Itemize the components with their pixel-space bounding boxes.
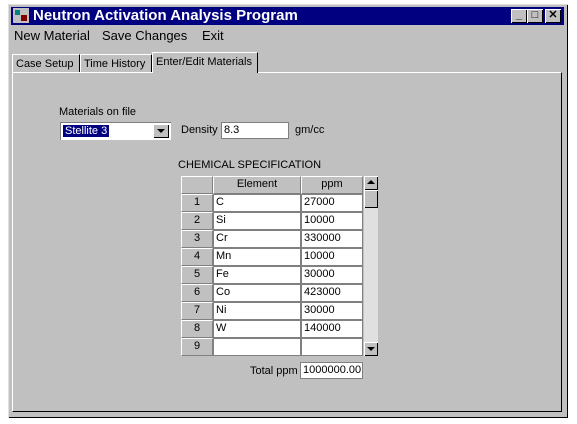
materials-panel: Materials on file Stellite 3 Density 8.3… (12, 72, 562, 412)
element-cell[interactable]: Mn (213, 248, 301, 266)
material-select[interactable]: Stellite 3 (60, 122, 171, 140)
program-icon[interactable] (13, 8, 29, 23)
window-title: Neutron Activation Analysis Program (33, 7, 298, 24)
arrow-up-icon[interactable] (364, 176, 378, 190)
chevron-down-icon[interactable] (153, 124, 169, 138)
ppm-cell[interactable]: 330000 (301, 230, 363, 248)
ppm-cell[interactable]: 27000 (301, 194, 363, 212)
total-ppm-label: Total ppm (250, 365, 298, 377)
scroll-track[interactable] (364, 190, 378, 342)
menu-bar: New Material Save Changes Exit (11, 27, 564, 45)
density-unit-label: gm/cc (295, 124, 325, 136)
ppm-cell[interactable]: 10000 (301, 212, 363, 230)
row-number[interactable]: 5 (181, 266, 213, 284)
element-cell[interactable]: Co (213, 284, 301, 302)
element-cell[interactable] (213, 338, 301, 356)
title-bar: Neutron Activation Analysis Program _ □ … (11, 7, 564, 25)
density-label: Density (181, 124, 218, 136)
minimize-button[interactable]: _ (511, 9, 527, 23)
row-number[interactable]: 2 (181, 212, 213, 230)
total-ppm-value: 1000000.00 (300, 362, 363, 379)
materials-on-file-label: Materials on file (59, 106, 137, 118)
ppm-cell[interactable]: 423000 (301, 284, 363, 302)
ppm-column-header: ppm (301, 176, 363, 194)
element-cell[interactable]: Cr (213, 230, 301, 248)
element-cell[interactable]: C (213, 194, 301, 212)
material-selected-value: Stellite 3 (63, 125, 110, 137)
element-column-header: Element (213, 176, 301, 194)
element-cell[interactable]: Si (213, 212, 301, 230)
ppm-cell[interactable]: 30000 (301, 266, 363, 284)
close-button[interactable]: ✕ (545, 9, 561, 23)
tab-time-history[interactable]: Time History (80, 54, 152, 72)
app-window: Neutron Activation Analysis Program _ □ … (8, 4, 568, 418)
maximize-button[interactable]: □ (527, 9, 543, 23)
grid-corner-header (181, 176, 213, 194)
row-number[interactable]: 7 (181, 302, 213, 320)
menu-exit[interactable]: Exit (202, 27, 224, 45)
menu-save-changes[interactable]: Save Changes (102, 27, 187, 45)
ppm-cell[interactable]: 10000 (301, 248, 363, 266)
row-number[interactable]: 3 (181, 230, 213, 248)
row-number[interactable]: 1 (181, 194, 213, 212)
tab-enter-edit-materials[interactable]: Enter/Edit Materials (152, 52, 258, 73)
tab-case-setup[interactable]: Case Setup (12, 54, 80, 72)
scroll-thumb[interactable] (364, 190, 378, 208)
menu-new-material[interactable]: New Material (14, 27, 90, 45)
chemical-specification-title: CHEMICAL SPECIFICATION (178, 159, 322, 171)
row-number[interactable]: 9 (181, 338, 213, 356)
grid-vertical-scrollbar[interactable] (364, 176, 378, 356)
ppm-cell[interactable]: 140000 (301, 320, 363, 338)
element-cell[interactable]: Fe (213, 266, 301, 284)
density-input[interactable]: 8.3 (221, 122, 289, 139)
element-cell[interactable]: W (213, 320, 301, 338)
tab-strip: Case Setup Time History Enter/Edit Mater… (12, 52, 564, 73)
row-number[interactable]: 8 (181, 320, 213, 338)
element-cell[interactable]: Ni (213, 302, 301, 320)
arrow-down-icon[interactable] (364, 342, 378, 356)
ppm-cell[interactable] (301, 338, 363, 356)
row-number[interactable]: 6 (181, 284, 213, 302)
ppm-cell[interactable]: 30000 (301, 302, 363, 320)
row-number[interactable]: 4 (181, 248, 213, 266)
